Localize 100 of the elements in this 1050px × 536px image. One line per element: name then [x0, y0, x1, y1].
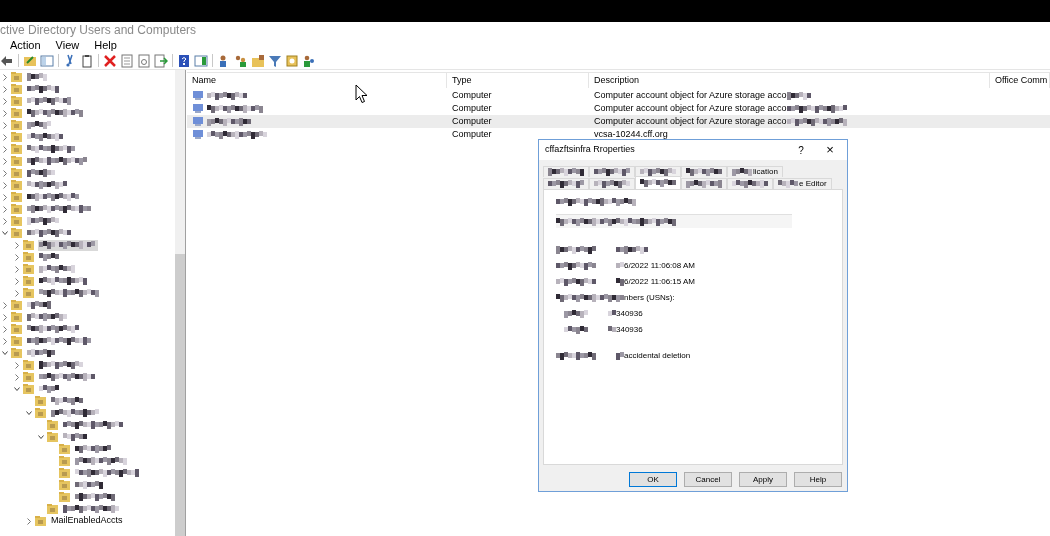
help-button[interactable]: ? — [789, 142, 813, 158]
tree-item[interactable] — [26, 83, 61, 95]
pixelated-text — [27, 301, 54, 309]
group-icon[interactable] — [234, 53, 248, 68]
expand-chevron-icon[interactable] — [3, 205, 7, 213]
column-header[interactable]: Description — [589, 73, 990, 88]
tree-item[interactable] — [26, 143, 78, 155]
tree-item[interactable] — [26, 311, 68, 323]
column-header[interactable]: Type — [447, 73, 589, 88]
expand-chevron-icon[interactable] — [3, 169, 7, 177]
expand-chevron-icon[interactable] — [27, 517, 31, 525]
scrollbar-thumb[interactable] — [175, 254, 185, 536]
expand-chevron-icon[interactable] — [3, 97, 7, 105]
export-list-icon[interactable] — [154, 53, 168, 68]
collapse-chevron-icon[interactable] — [26, 410, 32, 416]
tree-item[interactable] — [26, 191, 82, 203]
tree-item[interactable] — [26, 335, 94, 347]
expand-chevron-icon[interactable] — [3, 193, 7, 201]
expand-chevron-icon[interactable] — [3, 73, 7, 81]
table-row[interactable]: Computer Computer account object for Azure storage acco — [187, 102, 1050, 115]
dialog-button[interactable]: OK — [629, 472, 677, 487]
expand-chevron-icon[interactable] — [3, 217, 7, 225]
expand-chevron-icon[interactable] — [15, 361, 19, 369]
menu-item[interactable]: Action — [10, 36, 41, 54]
expand-chevron-icon[interactable] — [3, 85, 7, 93]
collapse-chevron-icon[interactable] — [2, 350, 8, 356]
dialog-button[interactable]: Cancel — [684, 472, 732, 487]
expand-chevron-icon[interactable] — [3, 133, 7, 141]
table-row[interactable]: Computer Computer account object for Azure storage acco — [187, 115, 1050, 128]
expand-chevron-icon[interactable] — [15, 373, 19, 381]
expand-chevron-icon[interactable] — [15, 277, 19, 285]
expand-chevron-icon[interactable] — [3, 109, 7, 117]
tab[interactable] — [543, 178, 589, 189]
collapse-chevron-icon[interactable] — [38, 434, 44, 440]
expand-chevron-icon[interactable] — [3, 121, 7, 129]
tree-item[interactable] — [38, 275, 89, 287]
expand-chevron-icon[interactable] — [15, 241, 19, 249]
tree-item[interactable] — [74, 455, 128, 467]
expand-chevron-icon[interactable] — [3, 313, 7, 321]
expand-chevron-icon[interactable] — [15, 253, 19, 261]
tab[interactable] — [589, 166, 635, 177]
collapse-chevron-icon[interactable] — [2, 230, 8, 236]
table-row[interactable]: Computer vcsa-10244.cff.org — [187, 128, 1050, 141]
folder-icon — [11, 216, 22, 226]
menu-item[interactable]: View — [55, 36, 80, 54]
tree-item[interactable] — [26, 95, 74, 107]
tree-item[interactable] — [62, 419, 125, 431]
table-row[interactable]: Computer Computer account object for Azure storage acco — [187, 89, 1050, 102]
tab[interactable] — [681, 166, 727, 177]
delete-icon[interactable] — [103, 53, 117, 68]
tree-item[interactable] — [38, 263, 76, 275]
close-button[interactable]: × — [813, 140, 847, 160]
expand-chevron-icon[interactable] — [3, 325, 7, 333]
action-pane-icon[interactable] — [194, 53, 208, 68]
tab[interactable] — [681, 178, 727, 189]
tab[interactable] — [635, 176, 681, 189]
tree-item[interactable] — [62, 431, 90, 443]
tree-item[interactable] — [26, 215, 60, 227]
pixelated-text — [616, 352, 624, 360]
expand-chevron-icon[interactable] — [3, 301, 7, 309]
menu-item[interactable]: Help — [94, 36, 117, 54]
tree-item[interactable] — [26, 179, 69, 191]
tree-item[interactable] — [38, 383, 62, 395]
help-icon[interactable] — [177, 53, 191, 68]
tree-item[interactable] — [74, 479, 106, 491]
tab[interactable]: e Editor — [773, 178, 832, 189]
users-icon[interactable] — [302, 53, 316, 68]
clipboard-icon[interactable] — [80, 53, 94, 68]
tree-item[interactable] — [26, 71, 48, 83]
dialog-button[interactable]: Apply — [739, 472, 787, 487]
tree-item[interactable] — [26, 227, 73, 239]
expand-chevron-icon[interactable] — [15, 289, 19, 297]
column-header[interactable]: Office Comm — [990, 73, 1050, 88]
tree-item[interactable] — [38, 239, 98, 251]
folder-icon[interactable] — [23, 53, 37, 68]
refresh-icon[interactable] — [137, 53, 151, 68]
folder-icon[interactable] — [251, 53, 265, 68]
tree-item[interactable] — [62, 503, 120, 515]
tree-item[interactable]: MailEnabledAccts — [50, 514, 124, 528]
scrollbar[interactable] — [175, 70, 185, 536]
expand-chevron-icon[interactable] — [3, 145, 7, 153]
expand-chevron-icon[interactable] — [3, 157, 7, 165]
tab[interactable] — [543, 166, 589, 177]
tree-item[interactable] — [50, 407, 100, 419]
expand-chevron-icon[interactable] — [3, 337, 7, 345]
filter-icon[interactable] — [268, 53, 282, 68]
dialog-button[interactable]: Help — [794, 472, 842, 487]
expand-chevron-icon[interactable] — [15, 265, 19, 273]
expand-chevron-icon[interactable] — [3, 181, 7, 189]
tree-item[interactable] — [38, 371, 97, 383]
tree-item[interactable] — [38, 287, 102, 299]
tab[interactable] — [727, 178, 773, 189]
tab[interactable]: lication — [727, 166, 783, 177]
tree-item[interactable] — [38, 359, 84, 371]
tree-item[interactable] — [26, 119, 52, 131]
collapse-chevron-icon[interactable] — [14, 386, 20, 392]
tree-item[interactable] — [26, 131, 65, 143]
tree-item[interactable] — [26, 167, 56, 179]
tree-item[interactable] — [26, 323, 81, 335]
tree-item[interactable] — [74, 467, 141, 479]
